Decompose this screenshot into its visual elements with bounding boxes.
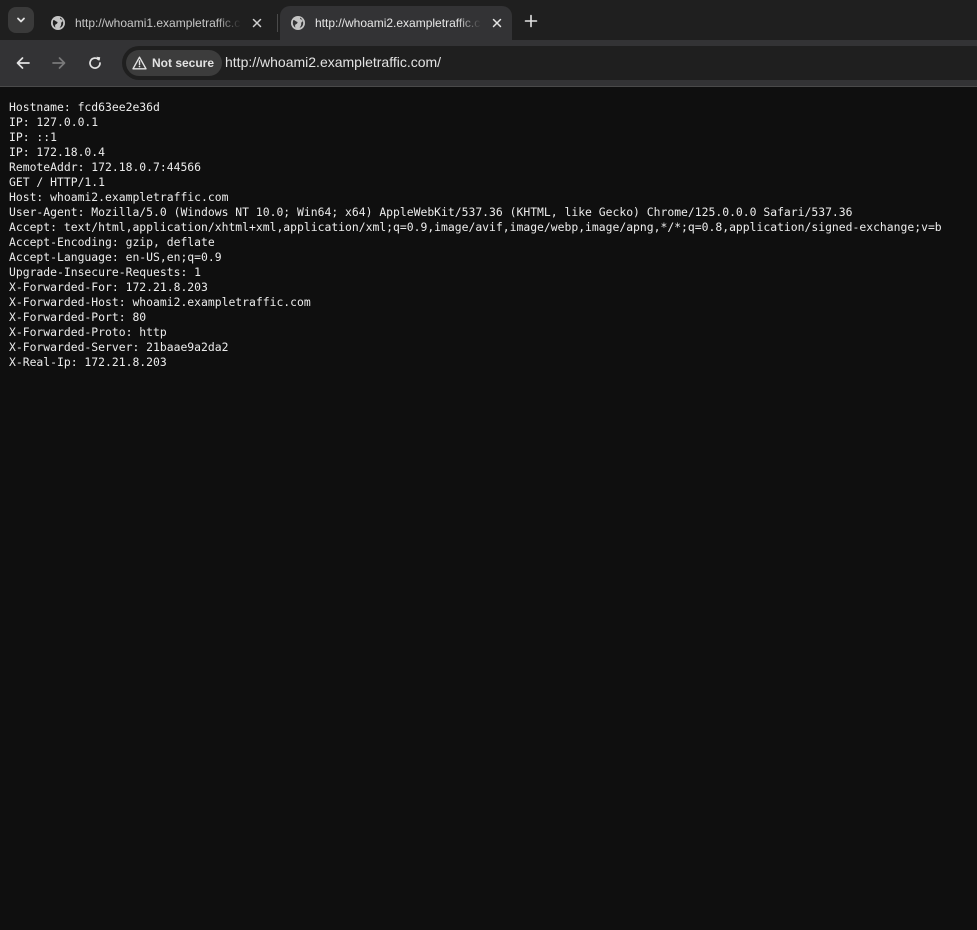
url-text[interactable]: http://whoami2.exampletraffic.com/ (225, 54, 441, 70)
header-line: Upgrade-Insecure-Requests: 1 (9, 265, 202, 279)
header-line: X-Forwarded-Host: whoami2.exampletraffic… (9, 295, 311, 309)
tab-whoami2[interactable]: http://whoami2.exampletraffic.com/ (280, 6, 512, 40)
tab-whoami1[interactable]: http://whoami1.exampletraffic.com/ (40, 6, 276, 40)
close-icon (492, 18, 502, 28)
reload-button[interactable] (83, 51, 107, 75)
ip-line: IP: 172.18.0.4 (9, 145, 106, 159)
header-line: X-Forwarded-Server: 21baae9a2da2 (9, 340, 229, 354)
security-label: Not secure (152, 56, 215, 70)
address-bar[interactable]: Not secure http://whoami2.exampletraffic… (122, 46, 977, 80)
header-line: Host: whoami2.exampletraffic.com (9, 190, 229, 204)
browser-toolbar: Not secure http://whoami2.exampletraffic… (0, 40, 977, 86)
close-icon (252, 18, 262, 28)
globe-icon (291, 16, 305, 30)
header-line: Accept: text/html,application/xhtml+xml,… (9, 220, 942, 234)
tab-close-button[interactable] (249, 15, 265, 31)
header-line: X-Forwarded-Proto: http (9, 325, 167, 339)
tab-strip: http://whoami1.exampletraffic.com/ http:… (0, 0, 977, 40)
request-line: GET / HTTP/1.1 (9, 175, 106, 189)
new-tab-button[interactable] (520, 10, 542, 32)
hostname-line: Hostname: fcd63ee2e36d (9, 100, 160, 114)
ip-line: IP: ::1 (9, 130, 58, 144)
remote-addr-line: RemoteAddr: 172.18.0.7:44566 (9, 160, 202, 174)
header-line: X-Forwarded-For: 172.21.8.203 (9, 280, 208, 294)
tab-title: http://whoami2.exampletraffic.com/ (315, 16, 481, 30)
forward-button[interactable] (47, 51, 71, 75)
header-line: X-Real-Ip: 172.21.8.203 (9, 355, 167, 369)
back-button[interactable] (11, 51, 35, 75)
globe-icon (51, 16, 65, 30)
page-content: Hostname: fcd63ee2e36d IP: 127.0.0.1 IP: :… (0, 87, 977, 930)
ip-line: IP: 127.0.0.1 (9, 115, 99, 129)
tab-search-button[interactable] (8, 7, 34, 33)
security-indicator[interactable]: Not secure (126, 50, 223, 76)
arrow-left-icon (16, 57, 30, 69)
reload-icon (89, 56, 101, 69)
header-line: User-Agent: Mozilla/5.0 (Windows NT 10.0… (9, 205, 853, 219)
header-line: X-Forwarded-Port: 80 (9, 310, 147, 324)
tab-title: http://whoami1.exampletraffic.com/ (75, 16, 241, 30)
response-dump: Hostname: fcd63ee2e36d IP: 127.0.0.1 IP: :… (9, 100, 942, 370)
arrow-right-icon (52, 57, 66, 69)
tab-close-button[interactable] (489, 15, 505, 31)
chevron-down-icon (17, 17, 25, 23)
header-line: Accept-Encoding: gzip, deflate (9, 235, 215, 249)
warning-triangle-icon (132, 56, 147, 70)
plus-icon (524, 14, 538, 28)
tab-separator (277, 14, 278, 32)
header-line: Accept-Language: en-US,en;q=0.9 (9, 250, 222, 264)
